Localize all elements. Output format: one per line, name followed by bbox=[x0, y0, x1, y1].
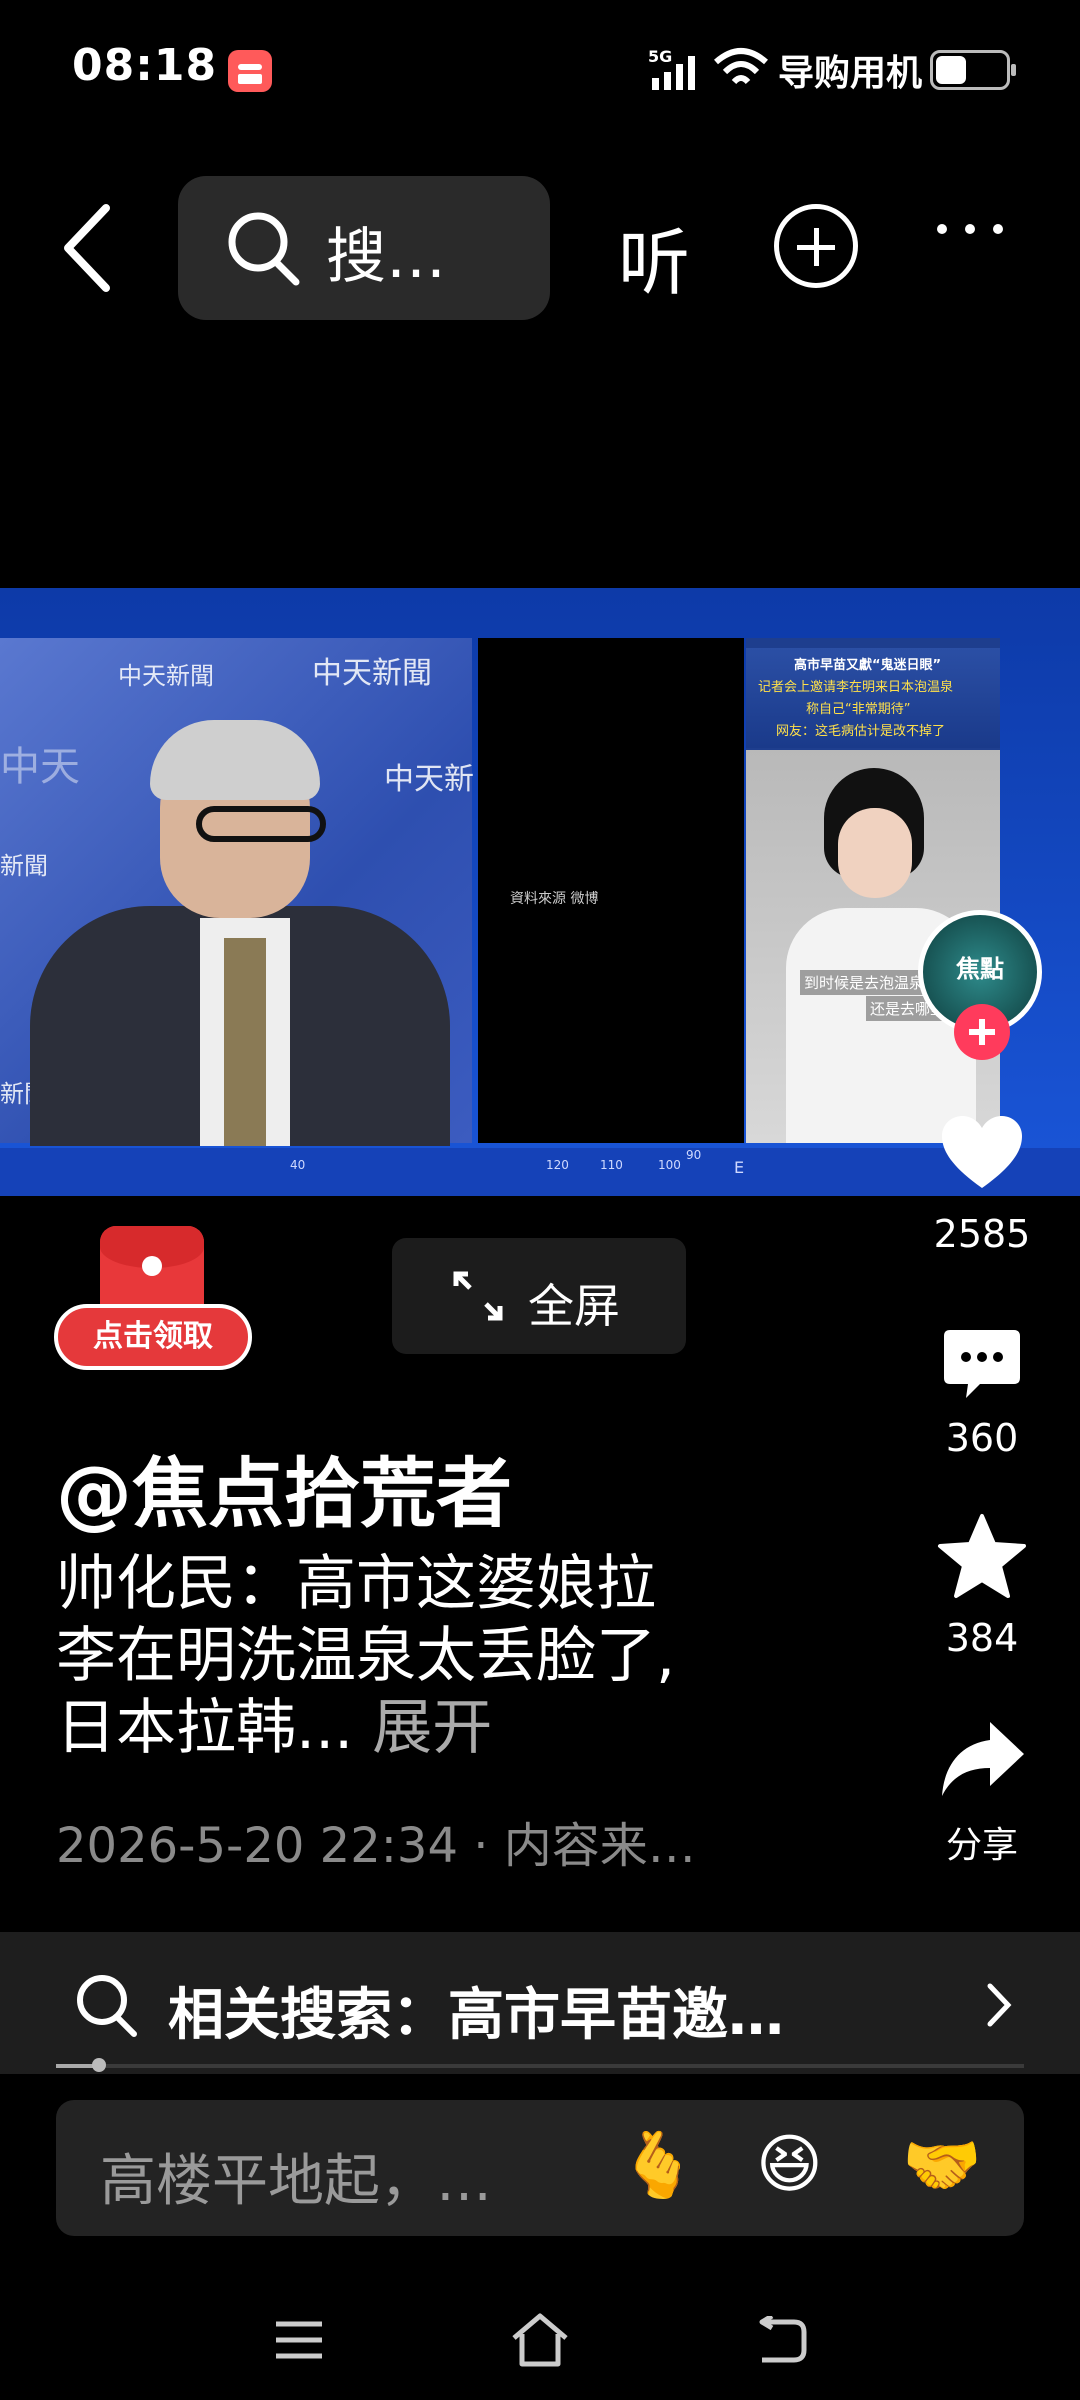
follow-button[interactable] bbox=[954, 1004, 1010, 1060]
video-progress-bar[interactable] bbox=[56, 2064, 1024, 2068]
handshake-emoji[interactable]: 🤝 bbox=[902, 2128, 982, 2203]
presenter-glasses bbox=[196, 806, 326, 842]
like-count: 2585 bbox=[933, 1212, 1031, 1256]
channel-watermark: 中天新 bbox=[384, 762, 474, 797]
comment-count: 360 bbox=[945, 1416, 1019, 1460]
red-packet-claim-button[interactable]: 点击领取 bbox=[54, 1304, 252, 1370]
laughing-emoji[interactable]: 😆 bbox=[756, 2128, 823, 2202]
creator-avatar-text: 焦點 bbox=[956, 955, 1004, 983]
video-progress-handle[interactable] bbox=[92, 2058, 106, 2072]
expand-icon bbox=[453, 1271, 503, 1321]
red-packet-icon[interactable] bbox=[100, 1226, 204, 1310]
inset-headline-line: 网友：这毛病估计是改不掉了 bbox=[776, 724, 946, 739]
search-icon bbox=[228, 212, 300, 286]
related-search-text[interactable]: 相关搜索：高市早苗邀… bbox=[168, 1970, 784, 2051]
video-left-panel: 中天新聞 中天新聞 中天新 中天 新聞 新聞 bbox=[0, 638, 474, 1146]
heart-icon[interactable] bbox=[938, 1112, 1026, 1192]
carrier-label: 导购用机 bbox=[778, 53, 923, 94]
fullscreen-label: 全屏 bbox=[528, 1279, 620, 1333]
menu-icon[interactable] bbox=[274, 2320, 324, 2360]
comment-placeholder[interactable]: 高楼平地起，… bbox=[100, 2136, 492, 2217]
channel-watermark: 中天新聞 bbox=[118, 662, 214, 690]
more-options-icon[interactable] bbox=[934, 214, 1006, 244]
share-icon[interactable] bbox=[938, 1716, 1026, 1800]
status-time: 08:18 bbox=[72, 40, 218, 91]
post-description[interactable]: 帅化民：高市这婆娘拉 李在明洗温泉太丢脸了, 日本拉韩... 展开 bbox=[56, 1548, 816, 1764]
ruler-tick: 110 bbox=[600, 1158, 623, 1172]
channel-watermark: 中天 bbox=[0, 744, 80, 790]
search-query[interactable]: 搜… bbox=[326, 208, 446, 295]
video-inset-panel: 高市早苗又獻“鬼迷日眼” 记者会上邀请李在明来日本泡温泉 称自己“非常期待” 网… bbox=[746, 638, 1000, 1143]
ruler-tick: E bbox=[734, 1158, 745, 1177]
add-button[interactable] bbox=[774, 204, 858, 288]
back-nav-icon[interactable] bbox=[754, 2316, 808, 2364]
comment-icon[interactable] bbox=[940, 1326, 1024, 1402]
chevron-right-icon[interactable] bbox=[984, 1980, 1014, 2030]
speaker-face bbox=[838, 808, 912, 898]
inset-headline-line: 称自己“非常期待” bbox=[806, 702, 911, 717]
star-icon[interactable] bbox=[936, 1512, 1028, 1602]
ruler-tick: 90 bbox=[686, 1148, 702, 1162]
expand-link[interactable]: 展开 bbox=[372, 1693, 492, 1763]
cellular-signal-icon: 5G bbox=[648, 47, 695, 90]
home-icon[interactable] bbox=[508, 2312, 572, 2368]
ruler-tick: 40 bbox=[290, 1158, 306, 1172]
video-middle-panel: 資料來源 微博 bbox=[478, 638, 744, 1143]
video-ruler-strip: 40 120 110 100 90 E bbox=[0, 1148, 1080, 1196]
network-type-label: 5G bbox=[648, 47, 672, 66]
battery-icon bbox=[930, 50, 1016, 90]
inset-subtitle: 到时候是去泡温泉 bbox=[800, 970, 929, 995]
finger-heart-emoji[interactable]: 🫰 bbox=[618, 2128, 698, 2203]
description-line: 日本拉韩... bbox=[56, 1693, 354, 1763]
search-icon bbox=[77, 1975, 137, 2037]
inset-headline-line: 记者会上邀请李在明来日本泡温泉 bbox=[758, 680, 954, 695]
inset-headline-line: 高市早苗又獻“鬼迷日眼” bbox=[794, 658, 942, 673]
share-label: 分享 bbox=[945, 1825, 1018, 1866]
ruler-tick: 120 bbox=[546, 1158, 569, 1172]
description-line: 李在明洗温泉太丢脸了, bbox=[56, 1621, 676, 1691]
back-button[interactable] bbox=[56, 200, 120, 296]
presenter-hair bbox=[150, 720, 320, 800]
description-line: 帅化民：高市这婆娘拉 bbox=[56, 1549, 656, 1619]
post-meta: 2026-5-20 22:34 · 内容来… bbox=[56, 1818, 696, 1874]
presenter-tie bbox=[224, 938, 266, 1146]
channel-watermark: 中天新聞 bbox=[312, 656, 432, 691]
ruler-tick: 100 bbox=[658, 1158, 681, 1172]
video-player[interactable]: 中天新聞 中天新聞 中天新 中天 新聞 新聞 資料來源 微博 高市早苗又獻“鬼迷… bbox=[0, 588, 1080, 1196]
listen-button[interactable]: 听 bbox=[618, 204, 690, 309]
inset-headline: 高市早苗又獻“鬼迷日眼” 记者会上邀请李在明来日本泡温泉 称自己“非常期待” 网… bbox=[746, 648, 1000, 748]
wifi-icon bbox=[714, 48, 768, 85]
calendar-notification-icon bbox=[228, 50, 272, 92]
channel-watermark: 新聞 bbox=[0, 852, 48, 880]
author-name[interactable]: @焦点拾荒者 bbox=[56, 1432, 512, 1542]
source-caption: 資料來源 微博 bbox=[510, 891, 599, 907]
favorite-count: 384 bbox=[945, 1616, 1019, 1660]
